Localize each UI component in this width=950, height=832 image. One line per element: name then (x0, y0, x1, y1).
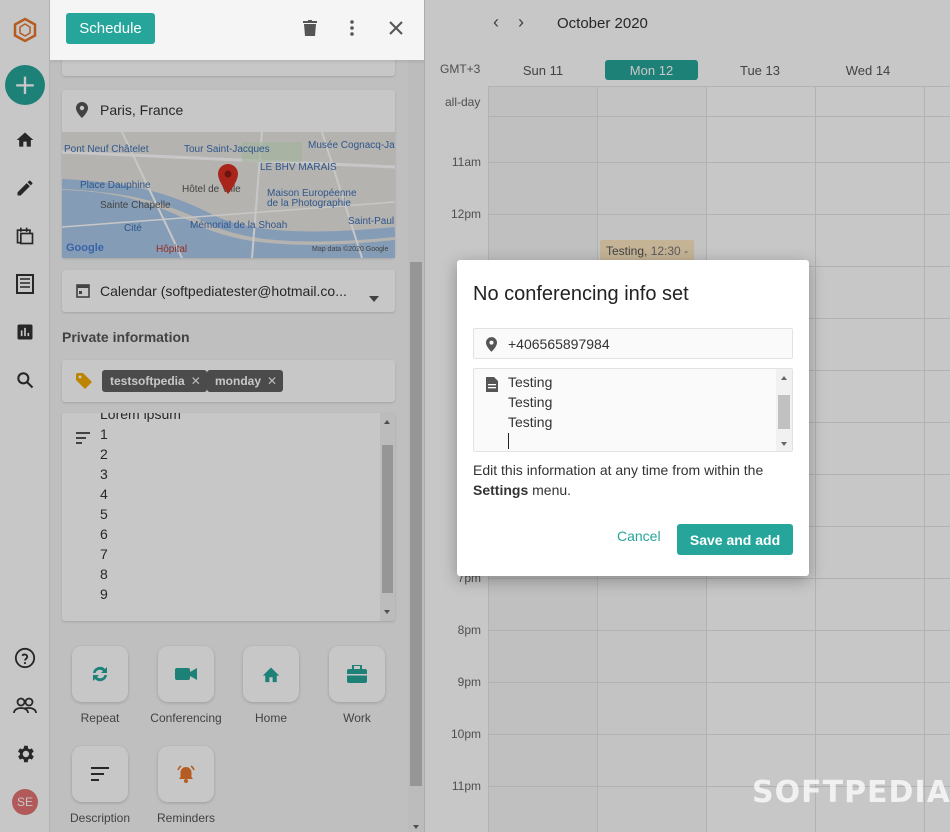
scroll-up-icon[interactable] (781, 376, 787, 380)
conferencing-dialog: No conferencing info set +406565897984 T… (457, 260, 809, 576)
watermark: SOFTPEDIA (752, 775, 950, 810)
dialog-title: No conferencing info set (473, 283, 689, 305)
notes-textarea[interactable]: Testing Testing Testing (473, 368, 793, 452)
dialog-info-text: Edit this information at any time from w… (473, 460, 793, 500)
info-text: Edit this information at any time from w… (473, 462, 764, 478)
phone-field[interactable]: +406565897984 (473, 328, 793, 359)
cancel-button[interactable]: Cancel (617, 528, 667, 544)
location-pin-icon (486, 337, 497, 357)
phone-value: +406565897984 (508, 336, 610, 352)
more-options-icon[interactable] (340, 16, 364, 40)
scroll-down-icon[interactable] (781, 442, 787, 446)
notes-line: Testing (508, 414, 553, 430)
notes-line: Testing (508, 394, 553, 410)
settings-link-text: Settings (473, 482, 529, 498)
document-icon (486, 377, 498, 397)
close-icon[interactable] (384, 16, 408, 40)
notes-line: Testing (508, 374, 553, 390)
delete-icon[interactable] (298, 16, 322, 40)
panel-toolbar: Schedule (50, 0, 424, 60)
notes-scrollbar-thumb[interactable] (778, 395, 790, 429)
info-tail: menu. (528, 482, 572, 498)
save-and-add-button[interactable]: Save and add (677, 524, 793, 555)
schedule-button[interactable]: Schedule (66, 13, 155, 44)
text-caret (508, 433, 509, 449)
